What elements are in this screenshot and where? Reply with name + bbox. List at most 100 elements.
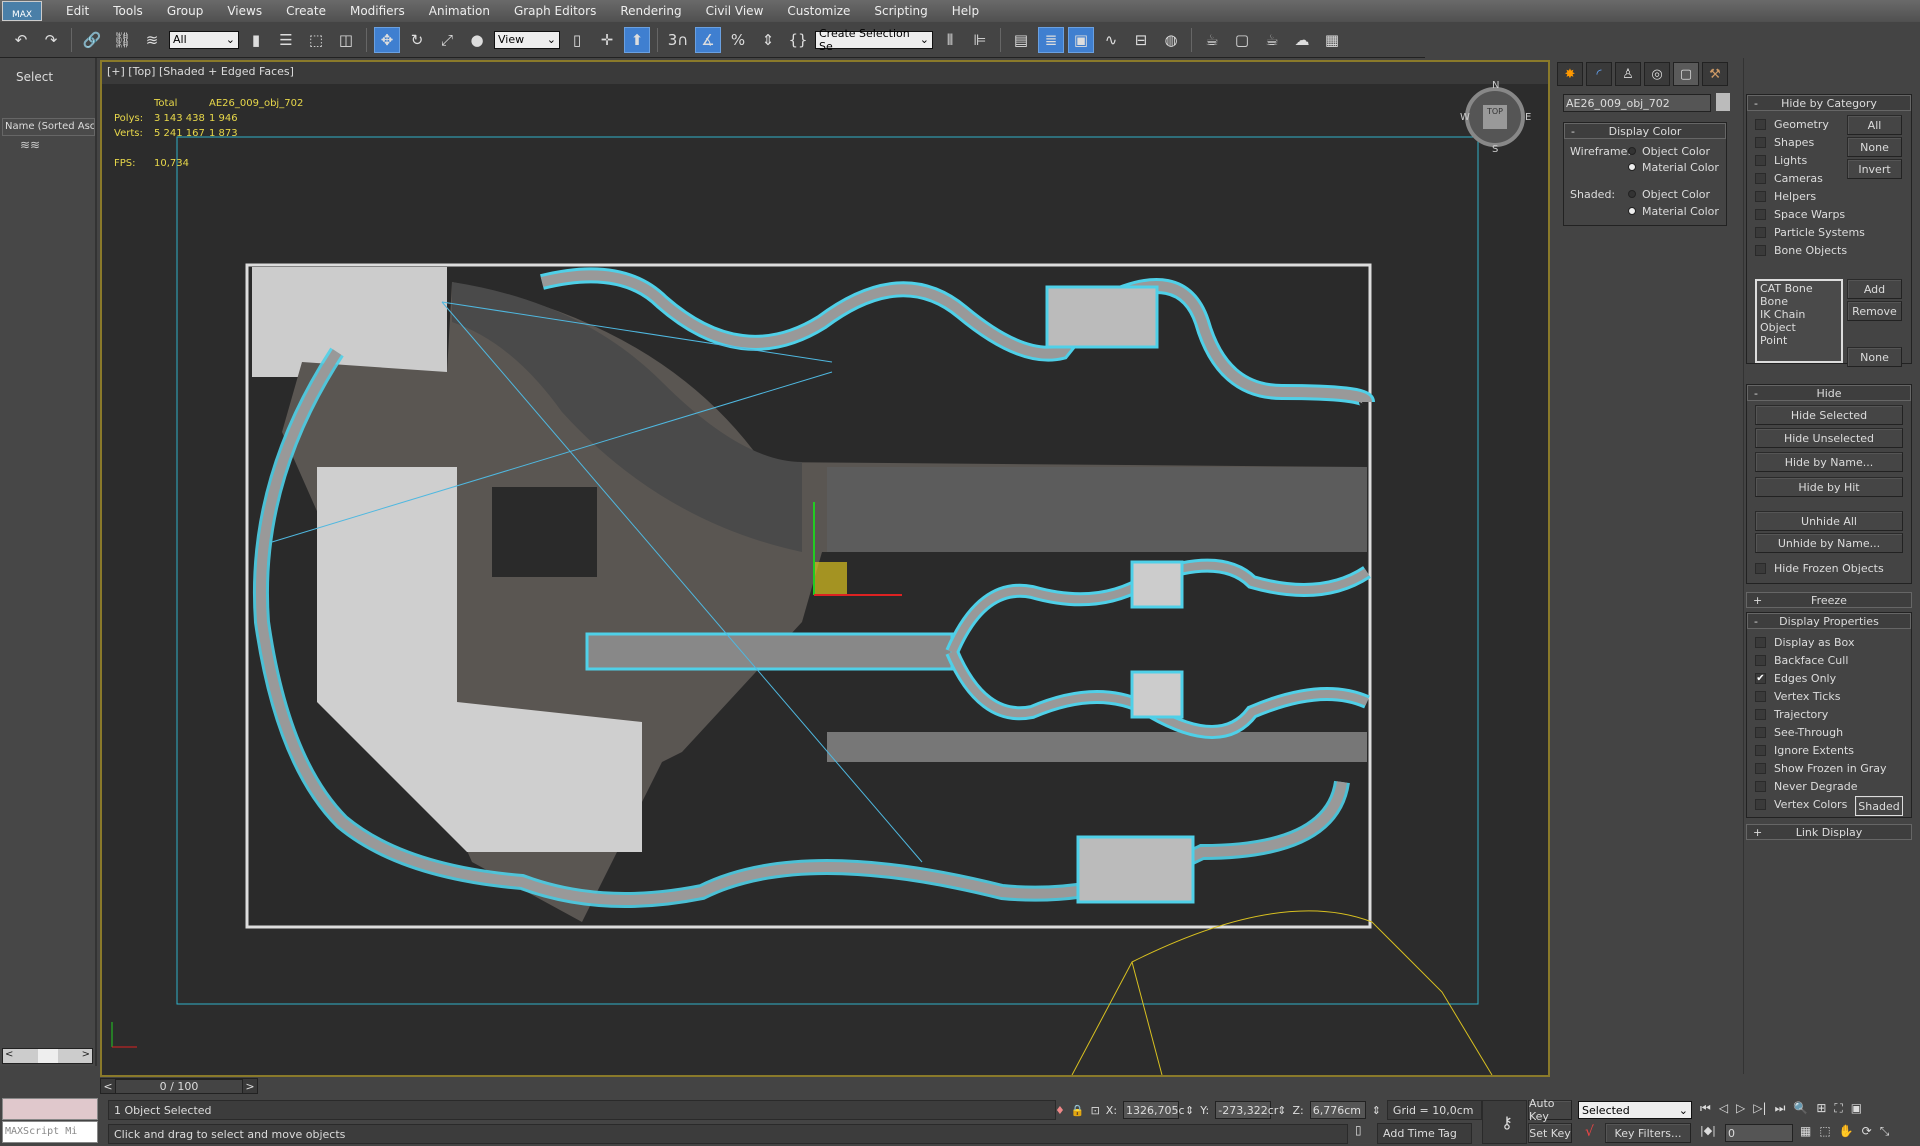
time-next-button[interactable]: > — [243, 1080, 257, 1093]
set-key-button[interactable]: Set Key — [1528, 1123, 1572, 1143]
toggle-ribbon-icon[interactable]: ▣ — [1068, 26, 1094, 53]
zoom-all-icon[interactable]: ⊞ — [1816, 1101, 1826, 1116]
previous-frame-icon[interactable]: ◁ — [1719, 1101, 1728, 1116]
align-icon[interactable]: ⊫ — [967, 27, 993, 53]
select-scale-icon[interactable]: ⤢ — [434, 27, 460, 53]
key-mode-dropdown[interactable]: Selected ⌄ — [1578, 1101, 1692, 1119]
viewport-top[interactable]: [+] [Top] [Shaded + Edged Faces] TOP N S… — [100, 60, 1550, 1077]
scroll-left-icon[interactable]: < — [5, 1049, 13, 1063]
invert-button[interactable]: Invert — [1847, 159, 1902, 179]
menu-create[interactable]: Create — [274, 4, 338, 18]
menu-views[interactable]: Views — [215, 4, 274, 18]
maxscript-listener-output[interactable] — [2, 1098, 98, 1120]
field-of-view-icon[interactable]: ⬚ — [1819, 1124, 1830, 1139]
menu-civil-view[interactable]: Civil View — [694, 4, 776, 18]
time-slider-thumb[interactable]: 0 / 100 — [115, 1078, 243, 1094]
maxscript-mini-listener[interactable]: MAXScript Mi — [2, 1121, 98, 1143]
spinner-snap-icon[interactable]: ⇕ — [755, 27, 781, 53]
bone-type-list[interactable]: CAT Bone Bone IK Chain Object Point — [1755, 279, 1843, 363]
angle-snap-icon[interactable]: ∡ — [695, 26, 721, 53]
display-as-box-checkbox[interactable]: Display as Box — [1755, 633, 1887, 651]
motion-tab-icon[interactable]: ◎ — [1644, 62, 1670, 86]
absolute-mode-icon[interactable]: ⊡ — [1091, 1104, 1100, 1117]
manage-layers-icon[interactable]: ▤ — [1008, 27, 1034, 53]
object-color-swatch[interactable] — [1716, 93, 1730, 111]
menu-edit[interactable]: Edit — [54, 4, 101, 18]
name-column-header[interactable]: Name (Sorted Asc — [2, 118, 95, 136]
isolate-selection-icon[interactable]: ♦ — [1055, 1104, 1065, 1117]
go-to-start-icon[interactable]: ⏮ — [1700, 1101, 1711, 1116]
see-through-checkbox[interactable]: See-Through — [1755, 723, 1887, 741]
scene-explorer-icon[interactable]: ≣ — [1038, 26, 1064, 53]
checkmark-icon[interactable]: ✔ — [1755, 672, 1766, 684]
object-name-field[interactable]: AE26_009_obj_702 — [1563, 94, 1711, 112]
hide-selected-button[interactable]: Hide Selected — [1755, 405, 1903, 425]
a360-gallery-icon[interactable]: ▦ — [1319, 27, 1345, 53]
key-mode-toggle-icon[interactable]: |◆| — [1700, 1124, 1716, 1137]
hide-unselected-button[interactable]: Hide Unselected — [1755, 428, 1903, 448]
x-spinner-icon[interactable]: ⇕ — [1185, 1104, 1194, 1117]
maximize-viewport-icon[interactable]: ⤡ — [1880, 1124, 1890, 1139]
menu-modifiers[interactable]: Modifiers — [338, 4, 417, 18]
space-warps-checkbox[interactable]: Space Warps — [1755, 205, 1865, 223]
bone-objects-checkbox[interactable]: Bone Objects — [1755, 241, 1865, 259]
link-display-header[interactable]: + Link Display — [1746, 824, 1912, 840]
zoom-extents-icon[interactable]: ⛶ — [1834, 1101, 1842, 1116]
create-tab-icon[interactable]: ✸ — [1557, 62, 1583, 86]
checkbox-box[interactable] — [1755, 762, 1766, 774]
shaded-material-color-radio[interactable]: Material Color — [1628, 203, 1719, 219]
time-slider[interactable]: < 0 / 100 > — [100, 1078, 258, 1094]
x-coordinate-field[interactable]: 1326,705c — [1123, 1101, 1185, 1119]
unhide-by-name-button[interactable]: Unhide by Name... — [1755, 533, 1903, 553]
time-config-icon[interactable]: ▦ — [1800, 1124, 1811, 1139]
mirror-icon[interactable]: ⫴ — [937, 27, 963, 53]
select-manipulate-icon[interactable]: ⬆ — [624, 26, 650, 53]
menu-customize[interactable]: Customize — [775, 4, 862, 18]
menu-group[interactable]: Group — [155, 4, 216, 18]
bind-space-warp-icon[interactable]: ≋ — [139, 27, 165, 53]
select-menu[interactable]: Select — [16, 70, 53, 84]
orbit-icon[interactable]: ⟳ — [1862, 1124, 1872, 1139]
freeze-header[interactable]: + Freeze — [1746, 592, 1912, 608]
wireframe-material-color-radio[interactable]: Material Color — [1628, 159, 1719, 175]
pivot-center-icon[interactable]: ▯ — [564, 27, 590, 53]
percent-snap-icon[interactable]: % — [725, 27, 751, 53]
select-by-name-icon[interactable]: ☰ — [273, 27, 299, 53]
go-to-end-icon[interactable]: ⏭ — [1775, 1101, 1786, 1116]
layers-icon[interactable]: ≋≋ — [20, 138, 40, 152]
undo-icon[interactable]: ↶ — [8, 27, 34, 53]
select-move-icon[interactable]: ✥ — [374, 26, 400, 53]
select-rotate-icon[interactable]: ↻ — [404, 27, 430, 53]
vertex-colors-shaded-button[interactable]: Shaded — [1855, 796, 1903, 816]
hide-by-name-button[interactable]: Hide by Name... — [1755, 452, 1903, 472]
pan-hand-icon[interactable]: ✋ — [1839, 1124, 1854, 1139]
curve-editor-icon[interactable]: ∿ — [1098, 27, 1124, 53]
keyboard-shortcut-override-icon[interactable]: ✛ — [594, 27, 620, 53]
particle-systems-checkbox[interactable]: Particle Systems — [1755, 223, 1865, 241]
snap-3d-icon[interactable]: 3∩ — [665, 27, 691, 53]
next-frame-icon[interactable]: ▷| — [1753, 1101, 1766, 1116]
material-editor-icon[interactable]: ◍ — [1158, 27, 1184, 53]
schematic-view-icon[interactable]: ⊟ — [1128, 27, 1154, 53]
display-properties-header[interactable]: - Display Properties — [1747, 613, 1911, 629]
list-item[interactable]: CAT Bone — [1760, 282, 1838, 295]
redo-icon[interactable]: ↷ — [38, 27, 64, 53]
hierarchy-tab-icon[interactable]: ♙ — [1615, 62, 1641, 86]
list-item[interactable]: Point — [1760, 334, 1838, 347]
ignore-extents-checkbox[interactable]: Ignore Extents — [1755, 741, 1887, 759]
menu-scripting[interactable]: Scripting — [862, 4, 939, 18]
horizontal-scrollbar[interactable]: < > — [2, 1048, 93, 1064]
menu-rendering[interactable]: Rendering — [608, 4, 693, 18]
add-button[interactable]: Add — [1847, 279, 1902, 299]
checkbox-box[interactable] — [1755, 690, 1766, 702]
edges-only-checkbox[interactable]: ✔ Edges Only — [1755, 669, 1887, 687]
scroll-right-icon[interactable]: > — [82, 1049, 90, 1063]
window-crossing-icon[interactable]: ◫ — [333, 27, 359, 53]
app-logo[interactable]: MAX — [2, 1, 42, 21]
list-item[interactable]: Bone — [1760, 295, 1838, 308]
zoom-extents-all-icon[interactable]: ▣ — [1851, 1101, 1862, 1116]
checkbox-box[interactable] — [1755, 708, 1766, 720]
set-key-mode-key-icon[interactable]: ⚷ — [1482, 1100, 1527, 1144]
trajectory-checkbox[interactable]: Trajectory — [1755, 705, 1887, 723]
backface-cull-checkbox[interactable]: Backface Cull — [1755, 651, 1887, 669]
